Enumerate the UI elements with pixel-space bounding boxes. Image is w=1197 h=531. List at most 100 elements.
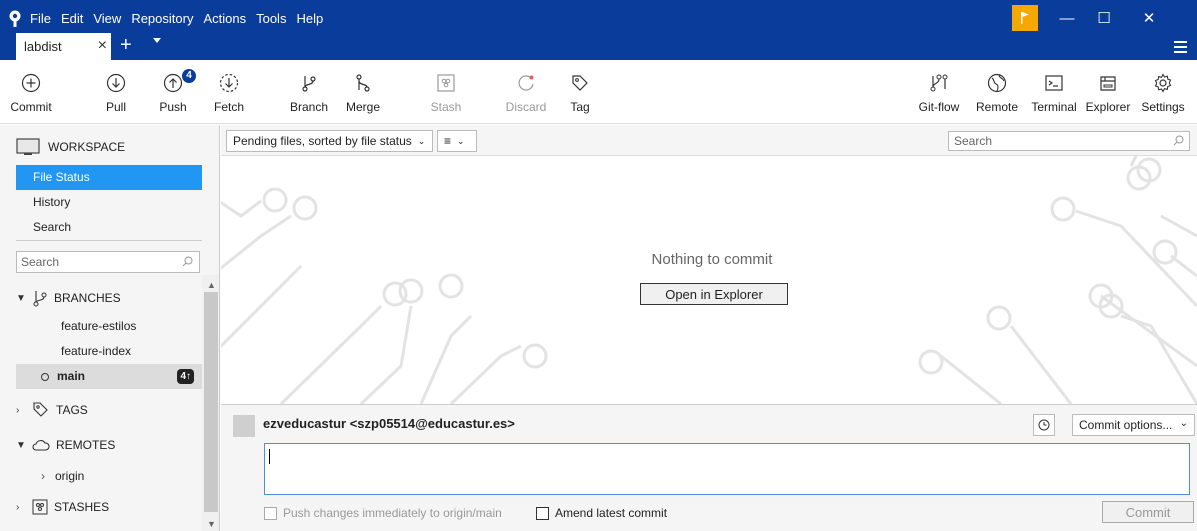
chevron-down-icon: ▼ [16, 292, 26, 304]
fetch-button[interactable]: Fetch [212, 60, 246, 124]
close-window-button[interactable]: ✕ [1134, 6, 1164, 30]
text-caret [269, 449, 270, 464]
push-label: Push [159, 100, 187, 114]
stash-box-icon [32, 499, 48, 515]
scrollbar-thumb[interactable] [204, 292, 218, 512]
menu-tools[interactable]: Tools [256, 9, 286, 28]
commit-options-dropdown[interactable]: Commit options... ⌄ [1072, 414, 1195, 436]
file-list-toolbar: Pending files, sorted by file status ⌄ ≡… [221, 125, 1197, 156]
explorer-label: Explorer [1085, 100, 1131, 114]
settings-button[interactable]: Settings [1138, 60, 1188, 124]
push-count-badge: 4 [182, 69, 196, 83]
gitflow-button[interactable]: Git-flow [915, 60, 963, 124]
title-bar: File Edit View Repository Actions Tools … [0, 0, 1197, 60]
stashes-label: STASHES [54, 500, 110, 514]
chevron-down-icon: ⌄ [1179, 418, 1188, 429]
explorer-button[interactable]: Explorer [1082, 60, 1134, 124]
remotes-header[interactable]: ▼ REMOTES [16, 438, 115, 452]
menu-edit[interactable]: Edit [61, 9, 83, 28]
sidebar-item-history[interactable]: History [16, 190, 202, 215]
merge-button[interactable]: Merge [343, 60, 383, 124]
sidebar-search-placeholder: Search [21, 255, 60, 269]
tab-close-icon[interactable]: × [98, 37, 107, 55]
chevron-down-icon: ⌄ [457, 135, 465, 146]
branch-item-current[interactable]: main 4↑ [16, 364, 202, 389]
scroll-up-icon[interactable]: ▲ [207, 280, 216, 290]
pull-button[interactable]: Pull [101, 60, 131, 124]
search-icon [182, 256, 193, 267]
branch-icon [33, 291, 47, 307]
open-in-explorer-button[interactable]: Open in Explorer [640, 283, 788, 305]
amend-checkbox[interactable]: Amend latest commit [536, 506, 667, 520]
commit-plus-icon [21, 73, 41, 93]
tag-button[interactable]: Tag [566, 60, 594, 124]
amend-label: Amend latest commit [555, 506, 668, 520]
commit-author: ezveducastur <szp05514@educastur.es> [263, 416, 515, 431]
explorer-folder-icon [1100, 76, 1116, 91]
commit-label: Commit [10, 100, 52, 114]
commit-button[interactable]: Commit [1102, 501, 1194, 523]
stashes-header[interactable]: › STASHES [16, 499, 109, 515]
discard-button[interactable]: Discard [505, 60, 547, 124]
chevron-down-icon: ▼ [16, 439, 26, 451]
push-immediately-checkbox[interactable]: Push changes immediately to origin/main [264, 506, 502, 520]
view-mode-dropdown[interactable]: ≡ ⌄ [437, 130, 477, 152]
menu-bar: File Edit View Repository Actions Tools … [30, 9, 323, 28]
search-icon [1173, 135, 1184, 146]
tags-header[interactable]: › TAGS [16, 401, 88, 419]
tab-dropdown-icon[interactable] [153, 38, 161, 43]
repo-tab[interactable]: labdist × [16, 33, 111, 60]
pull-arrow-down-icon [106, 73, 126, 93]
checkbox-box [264, 506, 277, 520]
merge-label: Merge [345, 100, 380, 114]
sidebar-divider [16, 240, 202, 241]
sourcetree-logo-icon [9, 10, 21, 27]
workspace-header: WORKSPACE [16, 137, 125, 157]
file-search-input[interactable]: Search [948, 131, 1190, 151]
maximize-button[interactable]: ☐ [1089, 6, 1119, 30]
commit-history-button[interactable] [1033, 414, 1055, 436]
branch-button[interactable]: Branch [289, 60, 329, 124]
new-tab-button[interactable]: + [120, 33, 132, 57]
remote-label: Remote [975, 100, 1019, 114]
sort-dropdown[interactable]: Pending files, sorted by file status ⌄ [226, 130, 433, 152]
commit-toolbar-button[interactable]: Commit [10, 60, 52, 124]
gitflow-label: Git-flow [918, 100, 960, 114]
current-branch-label: main [57, 369, 86, 383]
notification-flag-button[interactable] [1012, 5, 1038, 31]
tag-label: Tag [570, 100, 590, 114]
file-status-pane: Nothing to commit Open in Explorer [221, 156, 1197, 404]
stash-box-icon [437, 74, 455, 92]
sidebar-search-input[interactable]: Search [16, 251, 200, 273]
menu-file[interactable]: File [30, 9, 51, 28]
terminal-button[interactable]: Terminal [1027, 60, 1081, 124]
tag-icon [33, 402, 48, 417]
scroll-down-icon[interactable]: ▼ [207, 519, 216, 529]
stash-label: Stash [430, 100, 462, 114]
commit-message-input[interactable] [264, 443, 1190, 495]
minimize-button[interactable]: — [1052, 6, 1082, 30]
empty-message: Nothing to commit [651, 251, 773, 268]
avatar [233, 415, 255, 437]
push-button[interactable]: 4 Push [157, 60, 196, 124]
chevron-right-icon: › [41, 469, 45, 483]
chevron-down-icon: ⌄ [417, 135, 426, 146]
current-branch-icon [41, 372, 49, 381]
gear-icon [1154, 73, 1172, 93]
branches-header[interactable]: ▼ BRANCHES [16, 289, 121, 307]
menu-repository[interactable]: Repository [131, 9, 193, 28]
remote-button[interactable]: Remote [975, 60, 1019, 124]
sidebar-item-file-status[interactable]: File Status [16, 165, 202, 190]
menu-actions[interactable]: Actions [203, 9, 246, 28]
merge-icon [356, 74, 370, 92]
menu-help[interactable]: Help [296, 9, 323, 28]
branch-item[interactable]: feature-estilos [16, 314, 202, 339]
sidebar-scrollbar[interactable]: ▲ ▼ [202, 275, 219, 531]
monitor-icon [16, 138, 40, 155]
menu-view[interactable]: View [93, 9, 121, 28]
hamburger-menu-icon[interactable] [1174, 41, 1187, 56]
stash-button[interactable]: Stash [428, 60, 464, 124]
sidebar-item-search[interactable]: Search [16, 215, 202, 240]
branch-item[interactable]: feature-index [16, 339, 202, 364]
remote-item[interactable]: › origin [16, 464, 202, 489]
